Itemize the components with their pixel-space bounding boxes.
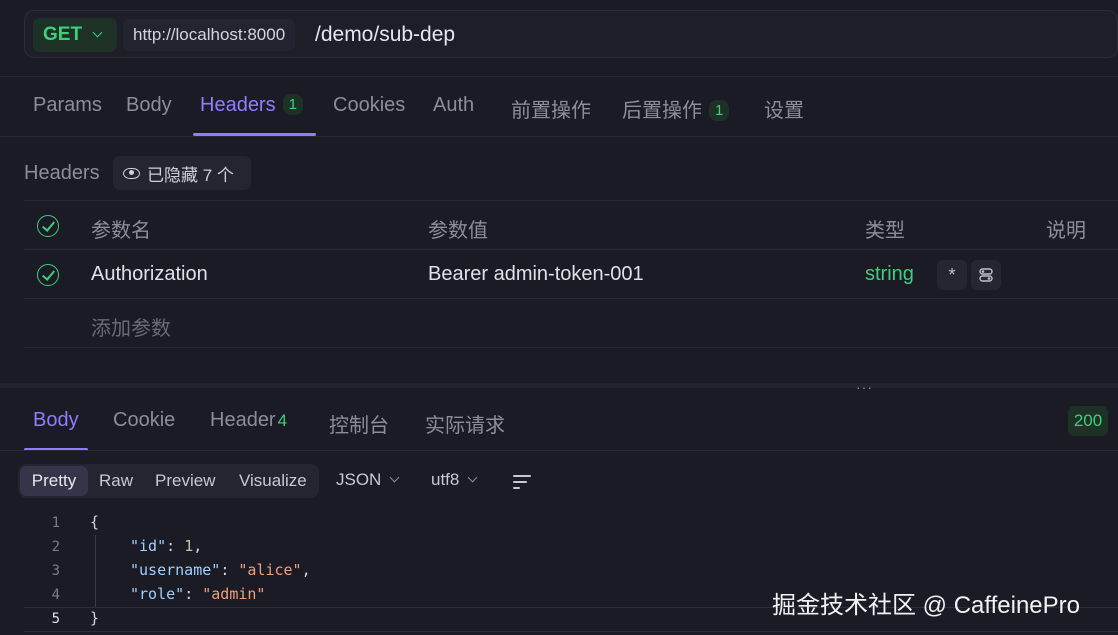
column-header-description: 说明 bbox=[1046, 220, 1086, 242]
divider bbox=[0, 450, 1118, 451]
column-header-name: 参数名 bbox=[91, 220, 151, 242]
code-brace: { bbox=[90, 513, 100, 531]
tab-auth[interactable]: Auth bbox=[433, 94, 474, 117]
view-raw[interactable]: Raw bbox=[99, 464, 133, 498]
add-param-placeholder[interactable]: 添加参数 bbox=[91, 312, 171, 341]
line-number: 4 bbox=[51, 587, 60, 603]
response-tab-header[interactable]: Header 4 bbox=[210, 409, 287, 432]
divider bbox=[24, 347, 1118, 348]
tab-label: 实际请求 bbox=[425, 415, 505, 437]
json-value: "alice" bbox=[238, 561, 302, 579]
code-line: "role": "admin" bbox=[130, 585, 266, 603]
response-tab-console[interactable]: 控制台 bbox=[329, 409, 389, 438]
tab-label: Auth bbox=[433, 94, 475, 116]
line-number: 1 bbox=[51, 515, 60, 531]
tab-headers[interactable]: Headers 1 bbox=[200, 94, 303, 117]
tab-badge: 1 bbox=[709, 100, 730, 121]
format-label: JSON bbox=[336, 470, 382, 489]
response-tab-body[interactable]: Body bbox=[33, 409, 79, 432]
tab-label: Body bbox=[33, 409, 79, 431]
json-value: 1 bbox=[184, 537, 194, 555]
param-value-cell[interactable]: Bearer admin-token-001 bbox=[428, 263, 644, 286]
eye-icon bbox=[123, 167, 140, 179]
view-mode-switch: Pretty Raw Preview Visualize bbox=[18, 464, 319, 498]
word-wrap-icon[interactable] bbox=[513, 474, 531, 490]
line-number: 2 bbox=[51, 539, 60, 555]
headers-section-label: Headers bbox=[24, 162, 100, 184]
chevron-down-icon bbox=[389, 472, 400, 483]
response-tab-cookie[interactable]: Cookie bbox=[113, 409, 175, 432]
tab-badge: 1 bbox=[282, 94, 303, 115]
status-badge: 200 bbox=[1068, 406, 1108, 436]
param-type-cell[interactable]: string bbox=[865, 263, 914, 286]
select-all-checkbox[interactable] bbox=[37, 215, 59, 237]
tab-label: 设置 bbox=[764, 100, 804, 122]
panel-splitter[interactable] bbox=[0, 383, 1118, 388]
param-name-cell[interactable]: Authorization bbox=[91, 263, 208, 286]
tab-label: 后置操作 bbox=[622, 100, 702, 122]
response-tab-actual-request[interactable]: 实际请求 bbox=[425, 409, 505, 438]
tab-settings[interactable]: 设置 bbox=[764, 94, 804, 123]
divider bbox=[24, 200, 1118, 201]
watermark: 掘金技术社区 @ CaffeinePro bbox=[772, 592, 1081, 619]
line-number: 3 bbox=[51, 563, 60, 579]
encoding-select[interactable]: utf8 bbox=[431, 470, 478, 490]
code-brace: } bbox=[90, 609, 100, 627]
tab-label: Header bbox=[210, 409, 276, 431]
column-header-value: 参数值 bbox=[428, 220, 488, 242]
tab-post-script[interactable]: 后置操作 1 bbox=[622, 94, 730, 123]
tab-body[interactable]: Body bbox=[126, 94, 172, 117]
tab-label: 前置操作 bbox=[511, 100, 591, 122]
tab-pre-script[interactable]: 前置操作 bbox=[511, 94, 591, 123]
json-value: "admin" bbox=[202, 585, 266, 603]
url-bar: GET http://localhost:8000 /demo/sub-dep bbox=[24, 10, 1118, 58]
json-key: "username" bbox=[130, 561, 221, 579]
divider bbox=[24, 298, 1118, 299]
format-select[interactable]: JSON bbox=[336, 470, 400, 490]
required-toggle[interactable]: * bbox=[937, 260, 967, 290]
tab-params[interactable]: Params bbox=[33, 94, 102, 117]
hidden-headers-toggle[interactable]: 已隐藏 7 个 bbox=[113, 156, 251, 190]
tab-label: 控制台 bbox=[329, 415, 389, 437]
method-select[interactable]: GET bbox=[33, 18, 117, 52]
column-header-type: 类型 bbox=[865, 220, 905, 242]
json-key: "role" bbox=[130, 585, 185, 603]
line-number: 5 bbox=[51, 611, 60, 627]
drag-handle-icon[interactable]: ··· bbox=[856, 380, 873, 394]
tab-label: Body bbox=[126, 94, 172, 116]
row-enabled-checkbox[interactable] bbox=[37, 264, 59, 286]
tab-label: Cookie bbox=[113, 409, 176, 431]
view-preview[interactable]: Preview bbox=[155, 464, 215, 498]
base-url-chip[interactable]: http://localhost:8000 bbox=[123, 19, 296, 51]
view-visualize[interactable]: Visualize bbox=[239, 464, 307, 498]
divider bbox=[0, 76, 1118, 77]
tab-label: Params bbox=[33, 94, 102, 116]
json-key: "id" bbox=[130, 537, 167, 555]
divider bbox=[24, 249, 1118, 250]
tab-label: Headers bbox=[200, 94, 276, 116]
divider bbox=[0, 136, 1118, 137]
code-line: "username": "alice", bbox=[130, 561, 311, 579]
path-input[interactable]: /demo/sub-dep bbox=[315, 19, 455, 51]
method-label: GET bbox=[43, 24, 83, 45]
toggle-icon bbox=[979, 268, 993, 282]
hidden-headers-text: 已隐藏 7 个 bbox=[147, 165, 234, 185]
view-pretty[interactable]: Pretty bbox=[20, 466, 88, 496]
tab-badge: 4 bbox=[277, 411, 288, 430]
indent-guide bbox=[95, 535, 96, 607]
chevron-down-icon bbox=[92, 27, 103, 38]
tab-label: Cookies bbox=[333, 94, 406, 116]
tab-cookies[interactable]: Cookies bbox=[333, 94, 405, 117]
encoding-label: utf8 bbox=[431, 470, 460, 489]
link-icon[interactable] bbox=[971, 260, 1001, 290]
chevron-down-icon bbox=[467, 472, 478, 483]
code-line: "id": 1, bbox=[130, 537, 203, 555]
